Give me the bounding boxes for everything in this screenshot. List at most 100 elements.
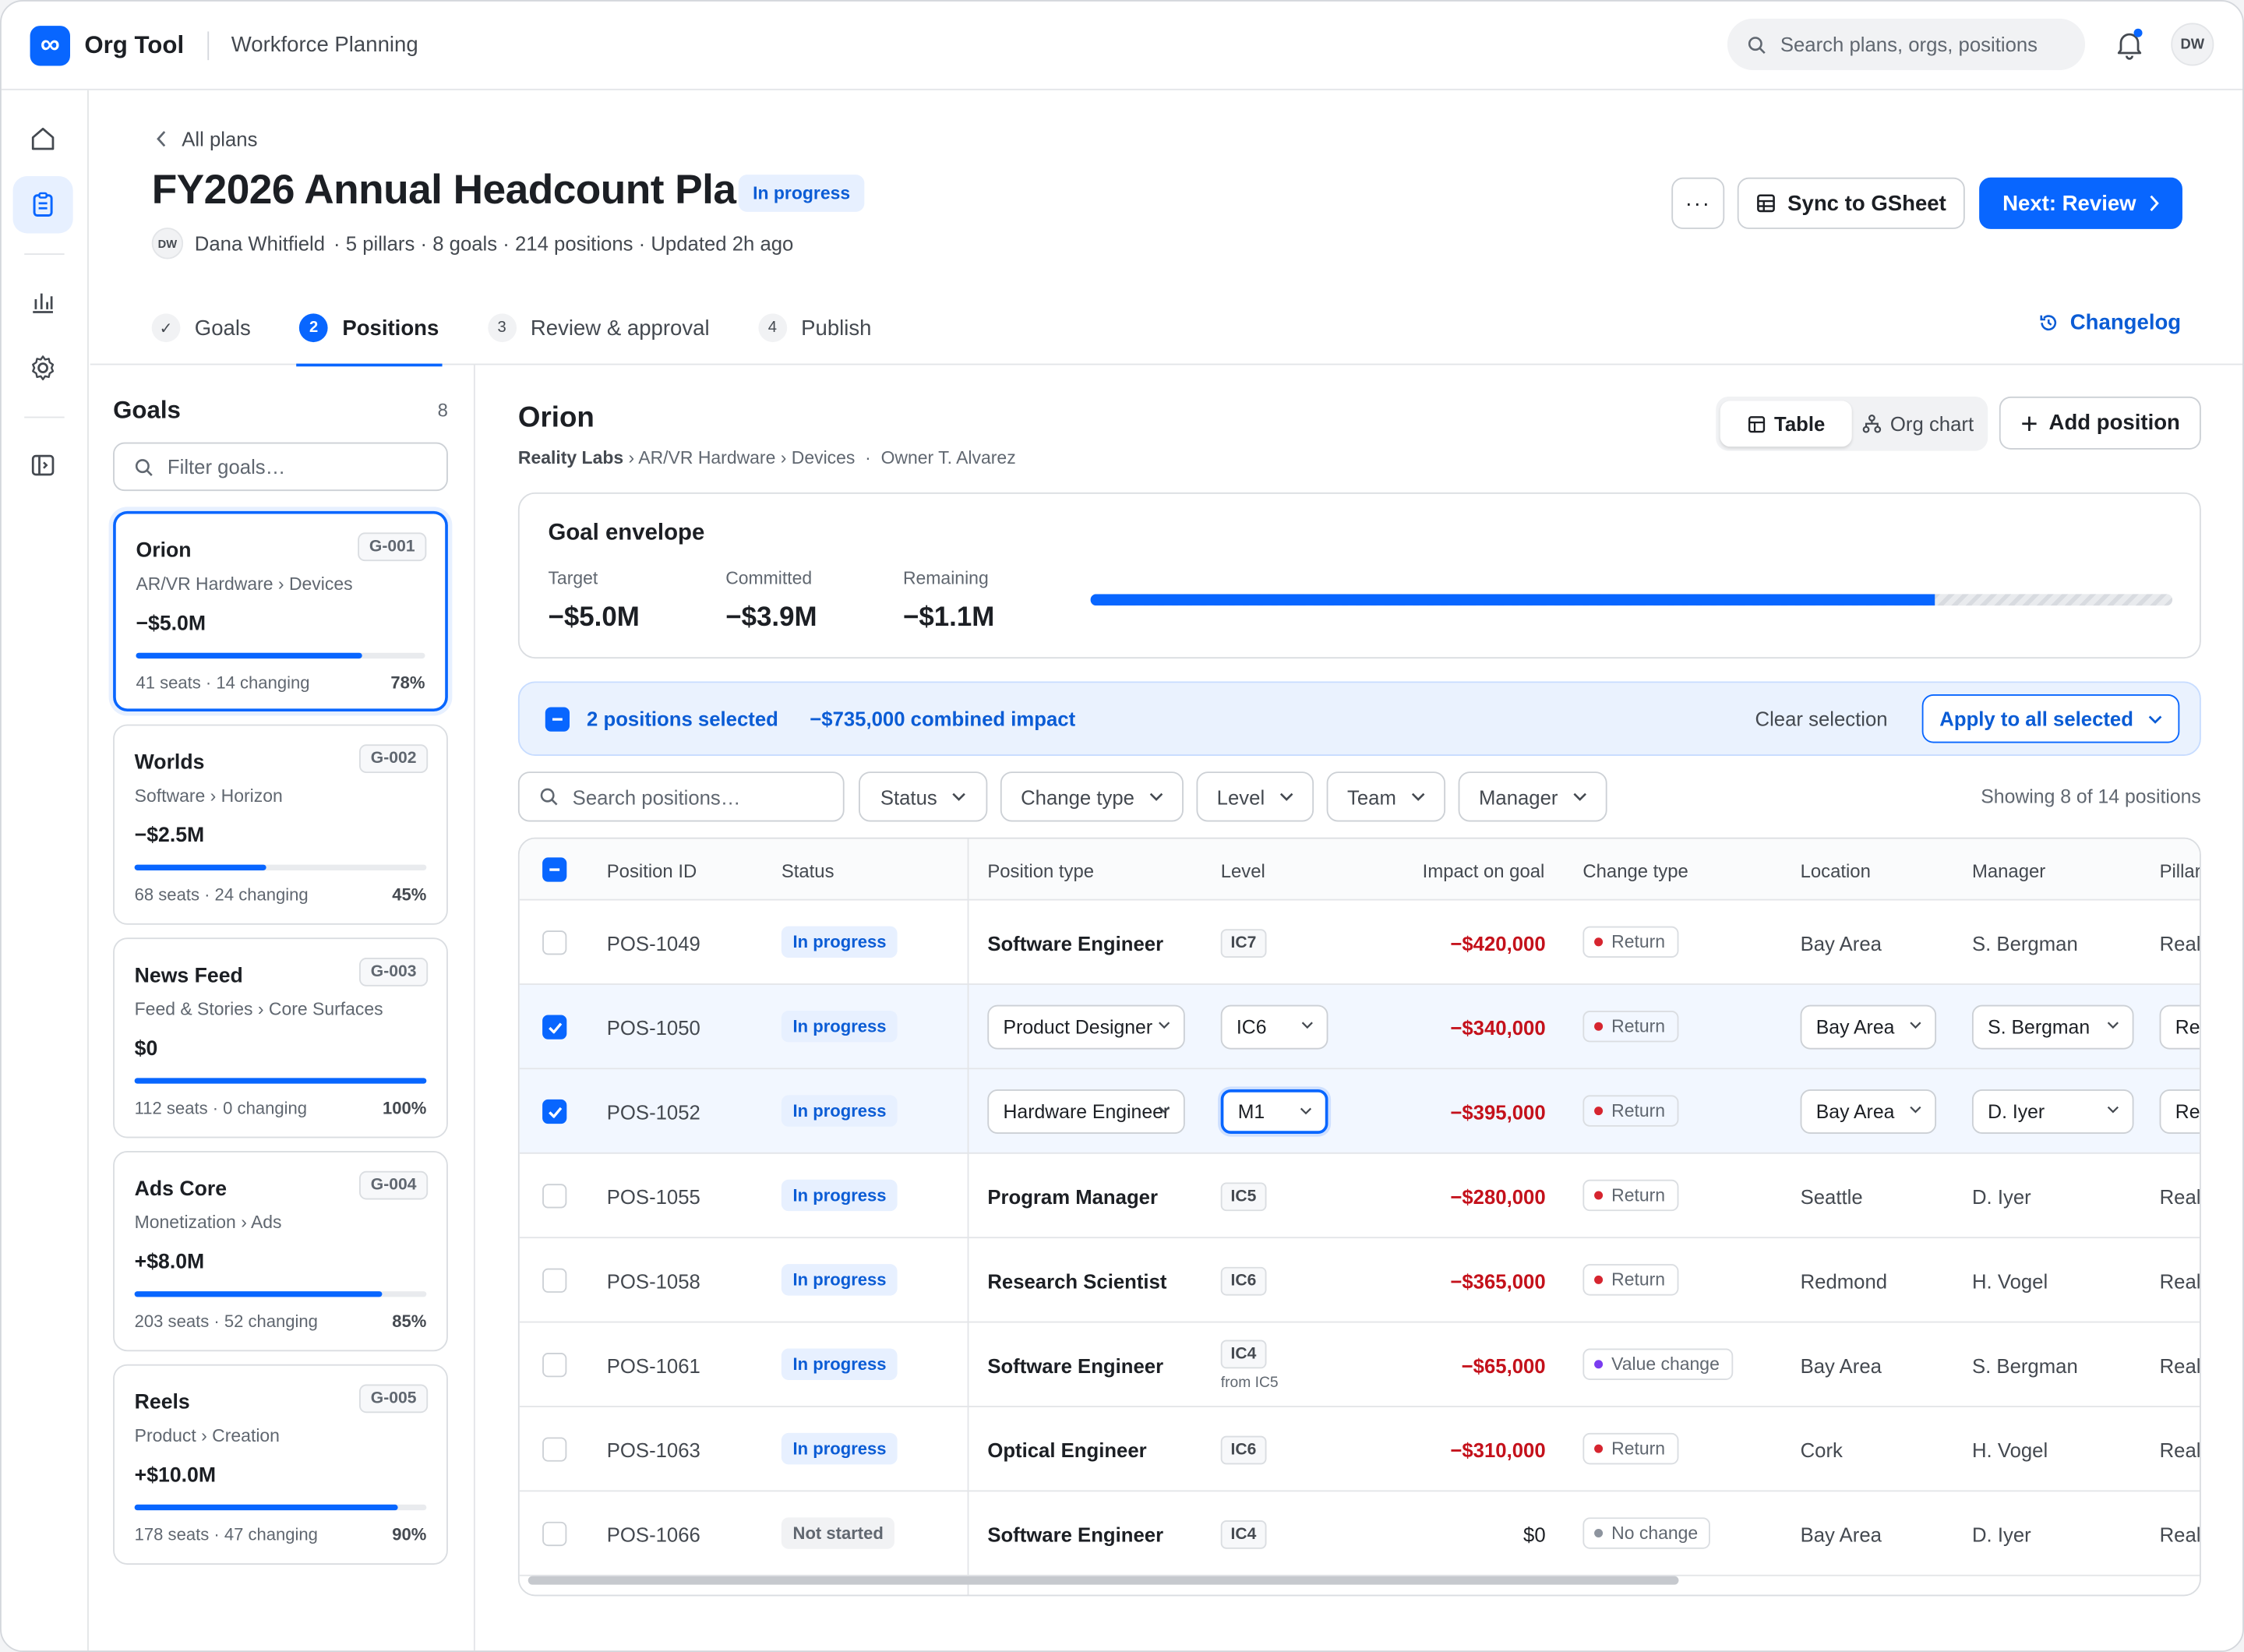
row-checkbox[interactable] [542, 1353, 567, 1378]
col-manager[interactable]: Manager [1972, 860, 2045, 882]
goal-card[interactable]: News Feed G-003 Feed & Stories › Core Surf… [113, 937, 448, 1138]
tab-goals[interactable]: ✓ Goals [151, 291, 251, 365]
team-filter[interactable]: Team [1326, 771, 1446, 822]
goals-panel: Goals 8 Filter goals… Orion G-001 AR/VR Ha… [90, 365, 475, 1651]
nav-plans[interactable] [12, 175, 73, 234]
col-position-id[interactable]: Position ID [607, 860, 697, 882]
manager-select[interactable]: S. Bergman [1971, 1004, 2134, 1050]
filter-goals-input[interactable]: Filter goals… [113, 442, 448, 492]
goal-card-id: G-001 [358, 532, 427, 562]
col-pillar[interactable]: Pillar [2160, 860, 2200, 882]
change-type-badge[interactable]: Return [1582, 1432, 1678, 1465]
goal-card[interactable]: Reels G-005 Product › Creation +$10.0M 178 s… [113, 1364, 448, 1565]
add-position-button[interactable]: Add position [1999, 396, 2201, 450]
envelope-title: Goal envelope [548, 521, 705, 545]
goal-card-percent: 85% [392, 1311, 427, 1332]
position-id[interactable]: POS-1066 [607, 1523, 700, 1546]
col-location[interactable]: Location [1801, 860, 1871, 882]
row-checkbox[interactable] [542, 1521, 567, 1547]
position-id[interactable]: POS-1061 [607, 1354, 700, 1377]
status-badge: In progress [781, 1264, 898, 1296]
table-row[interactable]: POS-1055 In progress Program Manager IC5 Sea… [519, 1154, 2200, 1239]
location-select[interactable]: Bay Area [1800, 1089, 1937, 1134]
table-row[interactable]: POS-1049 In progress Software Engineer IC7 B… [519, 901, 2200, 985]
back-link[interactable]: All plans [156, 128, 257, 150]
apply-to-selected-button[interactable]: Apply to all selected [1921, 694, 2180, 743]
position-id[interactable]: POS-1058 [607, 1270, 700, 1293]
user-avatar[interactable]: DW [2171, 23, 2214, 66]
change-type-filter[interactable]: Change type [1000, 771, 1184, 822]
sync-gsheet-button[interactable]: Sync to GSheet [1737, 177, 1965, 229]
view-table-button[interactable]: Table [1720, 401, 1852, 447]
position-id[interactable]: POS-1063 [607, 1438, 700, 1461]
position-id[interactable]: POS-1049 [607, 932, 700, 955]
horizontal-scrollbar[interactable] [527, 1576, 1679, 1585]
row-checkbox[interactable] [542, 1268, 567, 1293]
change-type-badge[interactable]: Return [1582, 1010, 1678, 1043]
manager-select[interactable]: D. Iyer [1971, 1089, 2134, 1134]
nav-home[interactable] [13, 110, 73, 167]
more-button[interactable]: ··· [1671, 177, 1725, 229]
position-type-select[interactable]: Hardware Engineer [987, 1089, 1185, 1134]
global-search-input[interactable]: Search plans, orgs, positions [1727, 18, 2086, 71]
tab-publish[interactable]: 4 Publish [758, 291, 871, 365]
row-checkbox[interactable] [542, 1437, 567, 1462]
table-row[interactable]: POS-1052 In progress Hardware Engineer M1 Ba… [519, 1069, 2200, 1154]
manager: H. Vogel [1971, 1438, 2048, 1462]
row-checkbox[interactable] [542, 1099, 567, 1124]
view-org-chart-button[interactable]: Org chart [1852, 401, 1984, 447]
position-id[interactable]: POS-1052 [607, 1101, 700, 1124]
table-row[interactable]: POS-1066 Not started Software Engineer IC4 B… [519, 1491, 2200, 1576]
change-type-badge[interactable]: Value change [1582, 1348, 1733, 1380]
position-id[interactable]: POS-1050 [607, 1016, 700, 1039]
position-id[interactable]: POS-1055 [607, 1185, 700, 1208]
changelog-link[interactable]: Changelog [2038, 311, 2181, 335]
table-row[interactable]: POS-1063 In progress Optical Engineer IC6 Co… [519, 1407, 2200, 1492]
change-type-badge[interactable]: No change [1582, 1517, 1711, 1549]
selection-bar: 2 positions selected −$735,000 combined … [517, 681, 2201, 756]
goal-card[interactable]: Ads Core G-004 Monetization › Ads +$8.0M 203… [113, 1151, 448, 1352]
col-change-type[interactable]: Change type [1582, 860, 1688, 882]
change-type-badge[interactable]: Return [1582, 1264, 1678, 1296]
collapse-sidebar-button[interactable] [13, 436, 73, 493]
status-filter[interactable]: Status [859, 771, 988, 822]
col-status[interactable]: Status [782, 860, 834, 882]
row-checkbox[interactable] [542, 1184, 567, 1209]
table-row[interactable]: POS-1058 In progress Research Scientist IC6… [519, 1238, 2200, 1323]
goal-card[interactable]: Orion G-001 AR/VR Hardware › Devices −$5.0M… [113, 510, 448, 712]
change-type-badge[interactable]: Return [1582, 926, 1678, 958]
select-all-checkbox[interactable] [542, 857, 567, 882]
impact-value: −$395,000 [1450, 1100, 1546, 1124]
goal-card[interactable]: Worlds G-002 Software › Horizon −$2.5M 68 se… [113, 724, 448, 925]
row-checkbox[interactable] [542, 1015, 567, 1040]
pillar-select[interactable]: Rea [2159, 1089, 2200, 1134]
table-row[interactable]: POS-1061 In progress Software Engineer IC4 f… [519, 1322, 2200, 1407]
table-row[interactable]: POS-1050 In progress Product Designer IC6 Ba… [519, 984, 2200, 1070]
clear-selection-button[interactable]: Clear selection [1755, 708, 1888, 730]
search-positions-input[interactable]: Search positions… [517, 771, 845, 822]
change-type-dot [1594, 1444, 1604, 1453]
location-select[interactable]: Bay Area [1800, 1004, 1937, 1050]
tab-positions[interactable]: 2 Positions [296, 291, 442, 367]
level-select[interactable]: IC6 [1220, 1004, 1328, 1050]
nav-settings[interactable] [13, 339, 73, 396]
nav-analytics[interactable] [13, 274, 73, 330]
manager-filter[interactable]: Manager [1458, 771, 1607, 822]
col-impact[interactable]: Impact on goal [1423, 860, 1545, 882]
app-logo[interactable]: ∞ [30, 25, 70, 65]
position-type-select[interactable]: Product Designer [987, 1004, 1185, 1050]
next-review-button[interactable]: Next: Review [1979, 177, 2182, 229]
level-filter[interactable]: Level [1196, 771, 1314, 822]
change-type-badge[interactable]: Return [1582, 1095, 1678, 1127]
pillar-select[interactable]: Rea [2159, 1004, 2200, 1050]
tab-review[interactable]: 3 Review & approval [487, 291, 710, 365]
row-checkbox[interactable] [542, 930, 567, 955]
chevron-down-icon [1411, 792, 1424, 801]
selection-indeterminate-checkbox[interactable] [545, 706, 570, 731]
col-position-type[interactable]: Position type [987, 860, 1094, 882]
change-type-badge[interactable]: Return [1582, 1179, 1678, 1212]
level-select[interactable]: M1 [1220, 1089, 1328, 1134]
col-level[interactable]: Level [1221, 860, 1265, 882]
goal-card-progress [134, 864, 427, 870]
notifications-button[interactable] [2114, 28, 2145, 60]
